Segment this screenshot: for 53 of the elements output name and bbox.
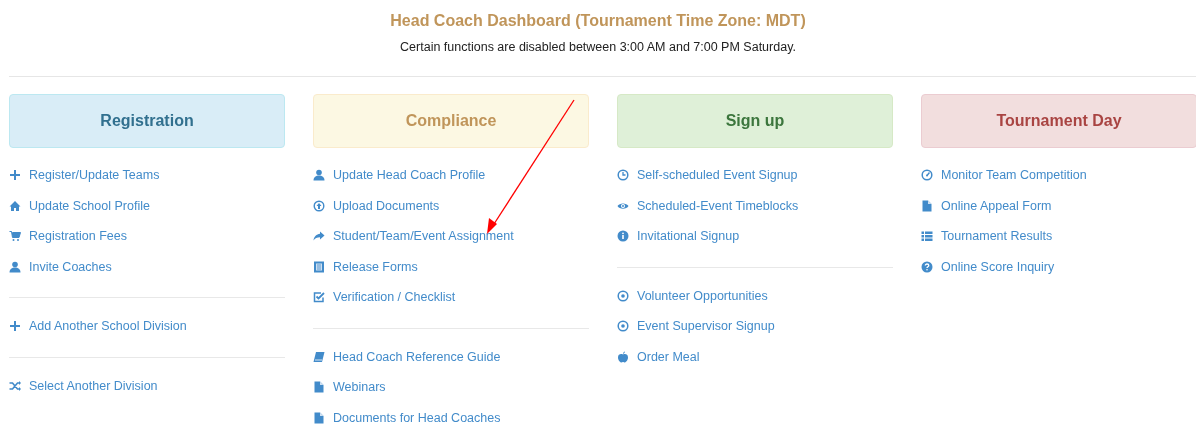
section-header: Tournament Day — [921, 94, 1196, 148]
info-icon — [617, 230, 629, 243]
notice-text: Certain functions are disabled between 3:00 AM and 7:00 PM Saturday. — [399, 39, 797, 55]
menu-link[interactable]: Update Head Coach Profile — [313, 160, 486, 191]
menu-link[interactable]: Self-scheduled Event Signup — [617, 160, 798, 191]
menu-link[interactable]: Tournament Results — [921, 221, 1053, 252]
menu-link[interactable]: Scheduled-Event Timeblocks — [617, 190, 799, 221]
menu-link[interactable]: Online Appeal Form — [921, 190, 1052, 221]
menu-link[interactable]: Update School Profile — [9, 190, 150, 221]
list-icon — [921, 230, 933, 243]
form-icon — [313, 260, 325, 273]
dashboard-title: Head Coach Dashboard (Tournament Time Zone: MDT) — [389, 11, 807, 31]
clock-icon — [617, 169, 629, 182]
menu-link[interactable]: Release Forms — [313, 251, 418, 282]
shuffle-icon — [9, 379, 21, 392]
menu-link[interactable]: Verification / Checklist — [313, 282, 456, 313]
cart-icon — [9, 230, 21, 243]
menu-link[interactable]: Upload Documents — [313, 190, 440, 221]
book-icon — [313, 350, 325, 363]
arrow-icon — [313, 230, 325, 243]
target-icon — [617, 289, 629, 302]
file-icon — [313, 411, 325, 424]
menu-link[interactable]: Online Score Inquiry — [921, 251, 1055, 282]
plus-icon — [9, 169, 21, 182]
plus-icon — [9, 320, 21, 333]
menu-link[interactable]: Register/Update Teams — [9, 160, 160, 191]
question-icon — [921, 260, 933, 273]
menu-link[interactable]: Volunteer Opportunities — [617, 280, 768, 311]
menu-link[interactable]: Add Another School Division — [9, 311, 187, 342]
section-header: Sign up — [617, 94, 893, 148]
user-icon — [313, 169, 325, 182]
house-icon — [9, 199, 21, 212]
menu-link[interactable]: Invitational Signup — [617, 221, 740, 252]
menu-link[interactable]: Monitor Team Competition — [921, 160, 1087, 191]
checkbox-icon — [313, 291, 325, 304]
file-icon — [921, 199, 933, 212]
menu-link[interactable]: Select Another Division — [9, 370, 158, 401]
gauge-icon — [921, 169, 933, 182]
file-icon — [313, 381, 325, 394]
upload-icon — [313, 199, 325, 212]
menu-link[interactable]: Head Coach Reference Guide — [313, 341, 501, 372]
menu-link[interactable]: Webinars — [313, 372, 386, 403]
menu-link[interactable]: Registration Fees — [9, 221, 127, 252]
menu-link[interactable]: Student/Team/Event Assignment — [313, 221, 514, 252]
section-header: Compliance — [313, 94, 589, 148]
menu-link[interactable]: Event Supervisor Signup — [617, 311, 775, 342]
menu-link[interactable]: Documents for Head Coaches — [313, 402, 501, 425]
section-header: Registration — [9, 94, 285, 148]
menu-link[interactable]: Invite Coaches — [9, 251, 112, 282]
user-icon — [9, 260, 21, 273]
target-icon — [617, 320, 629, 333]
menu-link[interactable]: Order Meal — [617, 341, 700, 372]
apple-icon — [617, 350, 629, 363]
